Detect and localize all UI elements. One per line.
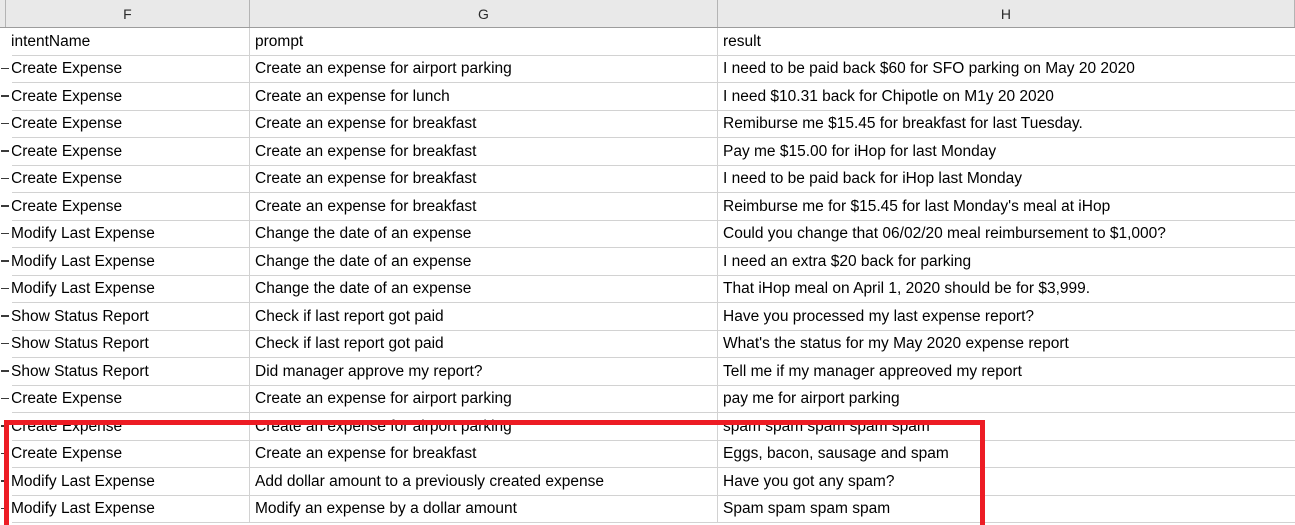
table-row[interactable]: Create Expense Create an expense for airp… bbox=[0, 413, 1295, 441]
cell-intentname[interactable]: Create Expense bbox=[6, 440, 250, 468]
outline-collapse-icon[interactable] bbox=[1, 480, 9, 482]
outline-collapse-icon[interactable] bbox=[1, 452, 9, 455]
table-row[interactable]: Modify Last Expense Modify an expense by … bbox=[0, 495, 1295, 524]
cell-prompt[interactable]: Change the date of an expense bbox=[250, 220, 718, 248]
table-header-row[interactable]: intentName prompt result bbox=[0, 28, 1295, 56]
table-row[interactable]: Modify Last Expense Change the date of an… bbox=[0, 275, 1295, 304]
cell-prompt[interactable]: Create an expense for breakfast bbox=[250, 165, 718, 193]
column-header-f[interactable]: F bbox=[6, 0, 250, 27]
cell-intentname[interactable]: Show Status Report bbox=[6, 358, 250, 386]
cell-result[interactable]: Reimburse me for $15.45 for last Monday'… bbox=[718, 193, 1295, 221]
cell-result[interactable]: Eggs, bacon, sausage and spam bbox=[718, 441, 1295, 469]
cell-intentname[interactable]: Create Expense bbox=[6, 138, 250, 166]
table-row[interactable]: Create Expense Create an expense for brea… bbox=[0, 193, 1295, 221]
table-row[interactable]: Modify Last Expense Add dollar amount to … bbox=[0, 468, 1295, 496]
table-row[interactable]: Show Status Report Check if last report g… bbox=[0, 303, 1295, 331]
cell-intentname[interactable]: Modify Last Expense bbox=[6, 248, 250, 276]
cell-prompt[interactable]: Did manager approve my report? bbox=[250, 358, 718, 386]
column-title-intentname[interactable]: intentName bbox=[6, 28, 250, 56]
cell-result[interactable]: Spam spam spam spam bbox=[718, 496, 1295, 524]
outline-collapse-icon[interactable] bbox=[1, 260, 9, 262]
outline-collapse-icon[interactable] bbox=[1, 287, 9, 290]
outline-collapse-icon[interactable] bbox=[1, 370, 9, 372]
table-row[interactable]: Create Expense Create an expense for brea… bbox=[0, 165, 1295, 194]
cell-intentname[interactable]: Modify Last Expense bbox=[6, 468, 250, 496]
table-row[interactable]: Create Expense Create an expense for lunc… bbox=[0, 83, 1295, 111]
column-header-bar: FGH bbox=[0, 0, 1295, 28]
cell-intentname[interactable]: Modify Last Expense bbox=[6, 495, 250, 523]
outline-collapse-icon[interactable] bbox=[1, 425, 9, 427]
cell-prompt[interactable]: Check if last report got paid bbox=[250, 330, 718, 358]
outline-collapse-icon[interactable] bbox=[1, 150, 9, 152]
cell-intentname[interactable]: Modify Last Expense bbox=[6, 275, 250, 303]
outline-collapse-icon[interactable] bbox=[1, 67, 9, 70]
cell-prompt[interactable]: Change the date of an expense bbox=[250, 275, 718, 303]
spreadsheet-grid: FGH intentName prompt result Create Expense… bbox=[0, 0, 1295, 525]
outline-collapse-icon[interactable] bbox=[1, 507, 9, 510]
column-title-prompt[interactable]: prompt bbox=[250, 28, 718, 56]
cell-result[interactable]: Have you processed my last expense repor… bbox=[718, 303, 1295, 331]
cell-intentname[interactable]: Create Expense bbox=[6, 165, 250, 193]
outline-collapse-icon[interactable] bbox=[1, 95, 9, 97]
table-row[interactable]: Create Expense Create an expense for brea… bbox=[0, 440, 1295, 469]
cell-result[interactable]: Could you change that 06/02/20 meal reim… bbox=[718, 221, 1295, 249]
outline-collapse-icon[interactable] bbox=[1, 122, 9, 125]
cell-result[interactable]: spam spam spam spam spam bbox=[718, 413, 1295, 441]
cell-intentname[interactable]: Modify Last Expense bbox=[6, 220, 250, 248]
table-row[interactable]: Create Expense Create an expense for airp… bbox=[0, 385, 1295, 414]
cell-intentname[interactable]: Show Status Report bbox=[6, 303, 250, 331]
outline-collapse-icon[interactable] bbox=[1, 315, 9, 317]
cell-result[interactable]: I need an extra $20 back for parking bbox=[718, 248, 1295, 276]
outline-collapse-icon[interactable] bbox=[1, 232, 9, 235]
cell-intentname[interactable]: Create Expense bbox=[6, 55, 250, 83]
column-header-h[interactable]: H bbox=[718, 0, 1295, 27]
column-title-result[interactable]: result bbox=[718, 28, 1295, 56]
cell-prompt[interactable]: Create an expense for breakfast bbox=[250, 193, 718, 221]
cell-result[interactable]: Pay me $15.00 for iHop for last Monday bbox=[718, 138, 1295, 166]
cell-result[interactable]: pay me for airport parking bbox=[718, 386, 1295, 414]
cell-intentname[interactable]: Show Status Report bbox=[6, 330, 250, 358]
outline-collapse-icon[interactable] bbox=[1, 397, 9, 400]
table-row[interactable]: Modify Last Expense Change the date of an… bbox=[0, 220, 1295, 249]
cell-prompt[interactable]: Check if last report got paid bbox=[250, 303, 718, 331]
table-row[interactable]: Create Expense Create an expense for brea… bbox=[0, 138, 1295, 166]
table-row[interactable]: Modify Last Expense Change the date of an… bbox=[0, 248, 1295, 276]
cell-intentname[interactable]: Create Expense bbox=[6, 83, 250, 111]
cell-result[interactable]: I need to be paid back $60 for SFO parki… bbox=[718, 56, 1295, 84]
cell-intentname[interactable]: Create Expense bbox=[6, 193, 250, 221]
cell-result[interactable]: Have you got any spam? bbox=[718, 468, 1295, 496]
table-row[interactable]: Create Expense Create an expense for brea… bbox=[0, 110, 1295, 139]
cell-result[interactable]: That iHop meal on April 1, 2020 should b… bbox=[718, 276, 1295, 304]
cell-prompt[interactable]: Add dollar amount to a previously create… bbox=[250, 468, 718, 496]
table-row[interactable]: Show Status Report Check if last report g… bbox=[0, 330, 1295, 359]
cell-prompt[interactable]: Create an expense for breakfast bbox=[250, 110, 718, 138]
cell-intentname[interactable]: Create Expense bbox=[6, 385, 250, 413]
cell-prompt[interactable]: Create an expense for airport parking bbox=[250, 413, 718, 441]
cell-result[interactable]: I need $10.31 back for Chipotle on M1y 2… bbox=[718, 83, 1295, 111]
cell-intentname[interactable]: Create Expense bbox=[6, 413, 250, 441]
column-header-g[interactable]: G bbox=[250, 0, 718, 27]
cell-prompt[interactable]: Create an expense for airport parking bbox=[250, 55, 718, 83]
cell-prompt[interactable]: Create an expense for lunch bbox=[250, 83, 718, 111]
cell-prompt[interactable]: Modify an expense by a dollar amount bbox=[250, 495, 718, 523]
outline-collapse-icon[interactable] bbox=[1, 342, 9, 345]
cell-prompt[interactable]: Create an expense for breakfast bbox=[250, 440, 718, 468]
table-row[interactable]: Create Expense Create an expense for airp… bbox=[0, 55, 1295, 84]
cell-prompt[interactable]: Change the date of an expense bbox=[250, 248, 718, 276]
outline-collapse-icon[interactable] bbox=[1, 177, 9, 180]
cell-result[interactable]: What's the status for my May 2020 expens… bbox=[718, 331, 1295, 359]
spreadsheet-rows-container: intentName prompt result Create Expense Crea… bbox=[0, 28, 1295, 525]
table-row[interactable]: Show Status Report Did manager approve my… bbox=[0, 358, 1295, 386]
cell-intentname[interactable]: Create Expense bbox=[6, 110, 250, 138]
cell-result[interactable]: Remiburse me $15.45 for breakfast for la… bbox=[718, 111, 1295, 139]
cell-prompt[interactable]: Create an expense for breakfast bbox=[250, 138, 718, 166]
cell-prompt[interactable]: Create an expense for airport parking bbox=[250, 385, 718, 413]
row-outline-gutter[interactable] bbox=[0, 28, 12, 525]
outline-collapse-icon[interactable] bbox=[1, 205, 9, 207]
cell-result[interactable]: Tell me if my manager appreoved my repor… bbox=[718, 358, 1295, 386]
cell-result[interactable]: I need to be paid back for iHop last Mon… bbox=[718, 166, 1295, 194]
